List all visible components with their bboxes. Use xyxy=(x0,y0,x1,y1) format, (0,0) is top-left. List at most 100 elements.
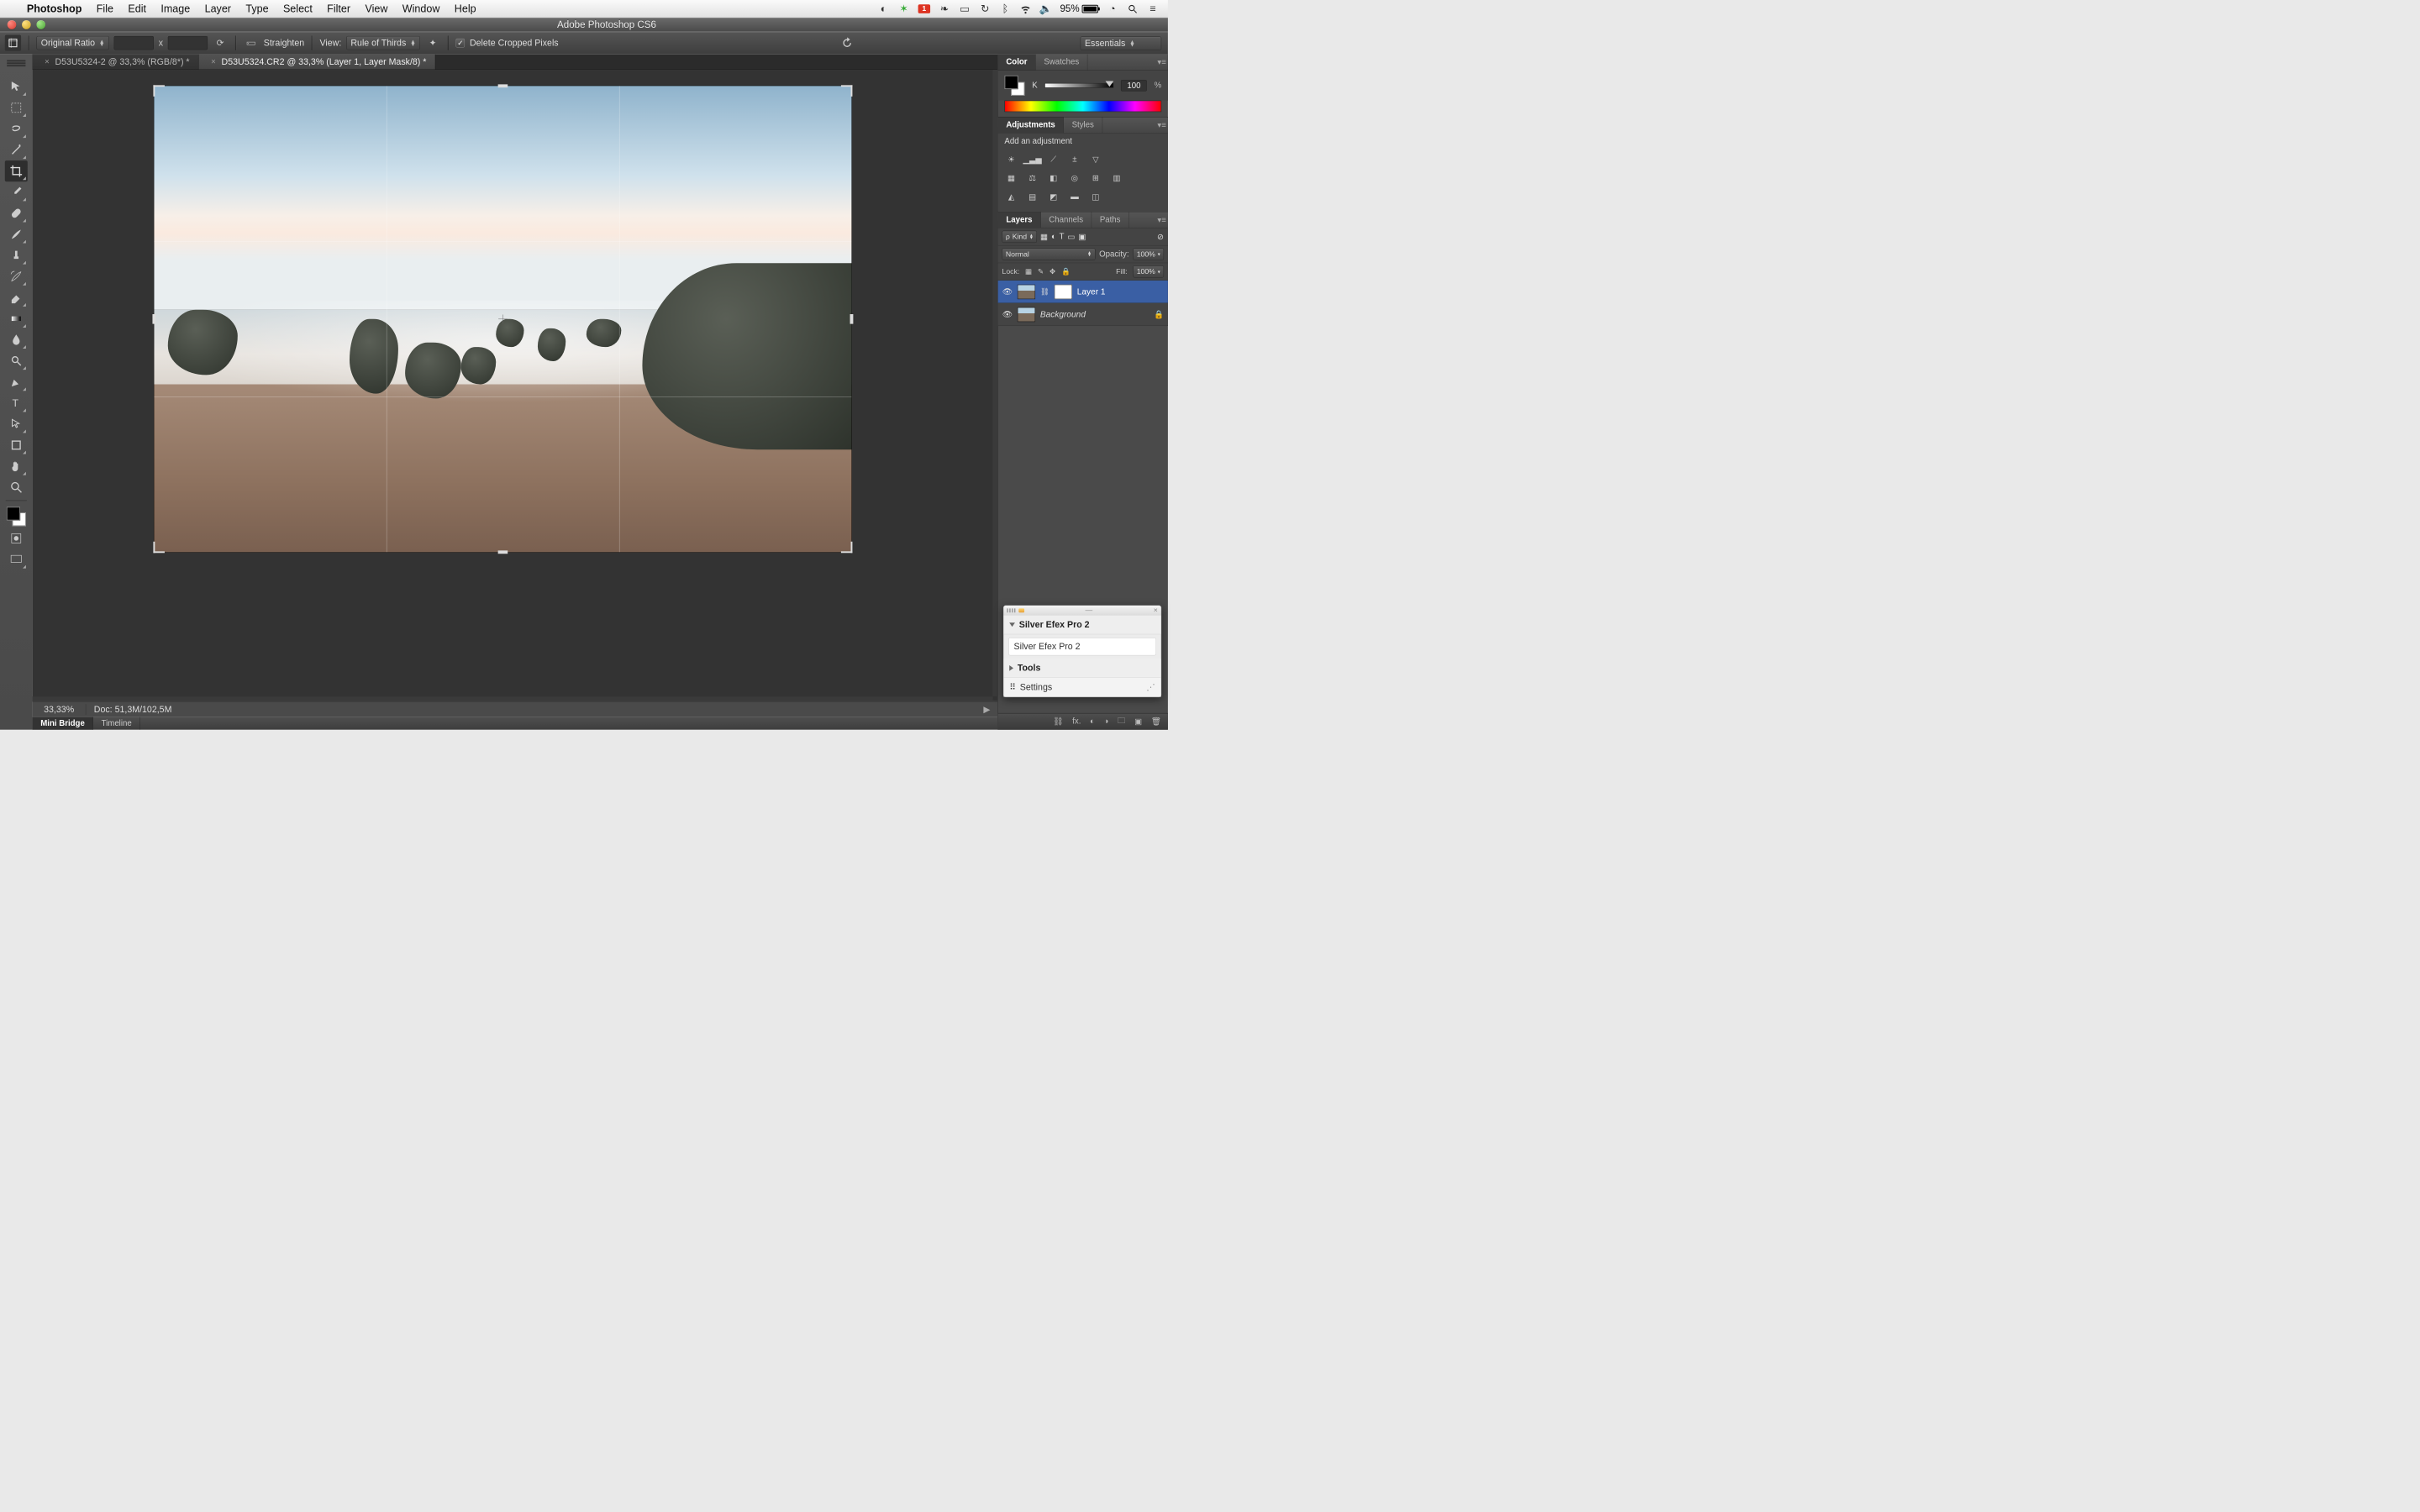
crop-ratio-dropdown[interactable]: Original Ratio ▲▼ xyxy=(36,36,108,50)
layer-fx-icon[interactable]: fx. xyxy=(1072,717,1081,726)
disclosure-icon[interactable] xyxy=(1009,665,1013,671)
clock-icon[interactable]: ◔ xyxy=(1107,3,1118,14)
adj-selective-icon[interactable]: ◫ xyxy=(1089,190,1102,203)
crop-width-input[interactable] xyxy=(114,36,154,50)
zoom-tool[interactable] xyxy=(5,477,28,498)
close-window-button[interactable] xyxy=(8,20,17,29)
battery-status[interactable]: 95% xyxy=(1060,3,1097,15)
fill-input[interactable]: 100%▾ xyxy=(1133,265,1164,277)
lock-paint-icon[interactable]: ✎ xyxy=(1038,267,1044,276)
adj-map-icon[interactable]: ▬ xyxy=(1068,190,1081,203)
evernote-icon[interactable]: ❧ xyxy=(939,3,950,14)
document-tab[interactable]: × D53U5324-2 @ 33,3% (RGB/8*) * xyxy=(33,55,199,70)
bluetooth-icon[interactable]: ᛒ xyxy=(999,3,1011,14)
marquee-tool[interactable] xyxy=(5,97,28,118)
workspace-dropdown[interactable]: Essentials ▲▼ xyxy=(1081,36,1162,50)
filter-adjust-icon[interactable]: ◐ xyxy=(1051,232,1056,241)
zoom-readout[interactable]: 33,33% xyxy=(33,704,86,715)
color-spectrum[interactable] xyxy=(1004,101,1161,113)
filter-toggle-icon[interactable]: ⊘ xyxy=(1157,232,1164,242)
gradient-tool[interactable] xyxy=(5,308,28,329)
dodge-tool[interactable] xyxy=(5,350,28,371)
panel-menu-icon[interactable]: ▾≡ xyxy=(1155,117,1167,133)
menu-type[interactable]: Type xyxy=(239,3,276,15)
tab-styles[interactable]: Styles xyxy=(1064,117,1102,133)
adj-threshold-icon[interactable]: ◩ xyxy=(1047,190,1060,203)
eyedropper-tool[interactable] xyxy=(5,181,28,202)
opacity-input[interactable]: 100%▾ xyxy=(1133,248,1164,260)
timemachine-icon[interactable]: ↻ xyxy=(979,3,991,14)
lock-all-icon[interactable]: 🔒 xyxy=(1061,267,1071,276)
filter-type-icon[interactable]: T xyxy=(1060,232,1065,241)
screenmode-toggle[interactable] xyxy=(5,549,28,570)
volume-icon[interactable]: 🔈 xyxy=(1039,3,1051,14)
app-menu[interactable]: Photoshop xyxy=(19,3,89,15)
canvas-area[interactable] xyxy=(33,70,998,701)
add-mask-icon[interactable]: ◐ xyxy=(1090,717,1095,726)
history-brush-tool[interactable] xyxy=(5,266,28,287)
brush-tool[interactable] xyxy=(5,223,28,244)
layer-item[interactable]: 👁 Background 🔒 xyxy=(998,303,1168,326)
float-section-header[interactable]: Silver Efex Pro 2 xyxy=(1003,616,1160,635)
heal-tool[interactable] xyxy=(5,202,28,223)
evernote-helper-icon[interactable]: ✶ xyxy=(897,3,909,14)
menu-image[interactable]: Image xyxy=(154,3,197,15)
shape-tool[interactable] xyxy=(5,434,28,455)
menu-file[interactable]: File xyxy=(89,3,121,15)
tab-layers[interactable]: Layers xyxy=(998,212,1041,228)
1password-icon[interactable]: 1 xyxy=(918,4,930,13)
eraser-tool[interactable] xyxy=(5,287,28,308)
mac-menubar[interactable]: Photoshop File Edit Image Layer Type Sel… xyxy=(0,0,1168,18)
close-tab-icon[interactable]: × xyxy=(211,57,216,66)
panel-menu-icon[interactable]: ▾≡ xyxy=(1155,212,1167,228)
k-slider[interactable] xyxy=(1044,83,1113,88)
new-group-icon[interactable]: 🗀 xyxy=(1118,715,1126,728)
disclosure-icon[interactable] xyxy=(1009,622,1015,627)
fg-bg-color-swatch[interactable] xyxy=(5,505,28,528)
move-tool[interactable] xyxy=(5,76,28,97)
straighten-label[interactable]: Straighten xyxy=(264,38,304,49)
rotate-crop-icon[interactable]: ⟳ xyxy=(213,35,228,50)
airplay-icon[interactable]: ▭ xyxy=(959,3,971,14)
menu-filter[interactable]: Filter xyxy=(319,3,357,15)
adj-invert-icon[interactable]: ◭ xyxy=(1004,190,1018,203)
adj-exposure-icon[interactable]: ± xyxy=(1068,152,1081,165)
tab-mini-bridge[interactable]: Mini Bridge xyxy=(33,717,93,730)
float-panel-titlebar[interactable]: — × xyxy=(1003,606,1160,616)
straighten-icon[interactable] xyxy=(244,35,259,50)
document-tab[interactable]: × D53U5324.CR2 @ 33,3% (Layer 1, Layer M… xyxy=(199,55,436,70)
adj-hue-icon[interactable]: ▦ xyxy=(1004,171,1018,185)
settings-resize-icon[interactable]: ⋰ xyxy=(1146,682,1155,693)
k-value-input[interactable]: 100 xyxy=(1121,80,1147,92)
link-layers-icon[interactable]: ⛓ xyxy=(1053,717,1063,727)
minimize-window-button[interactable] xyxy=(22,20,31,29)
palette-grip[interactable] xyxy=(0,58,32,70)
adj-balance-icon[interactable]: ⚖ xyxy=(1025,171,1039,185)
path-select-tool[interactable] xyxy=(5,413,28,434)
menu-window[interactable]: Window xyxy=(395,3,447,15)
tab-timeline[interactable]: Timeline xyxy=(93,717,140,730)
current-tool-icon[interactable] xyxy=(5,35,21,51)
stamp-tool[interactable] xyxy=(5,244,28,265)
lasso-tool[interactable] xyxy=(5,118,28,139)
sync-icon[interactable]: ◐ xyxy=(877,3,889,14)
delete-layer-icon[interactable]: 🗑 xyxy=(1151,717,1161,727)
filter-shape-icon[interactable]: ▭ xyxy=(1067,232,1075,242)
float-close-icon[interactable]: × xyxy=(1154,606,1158,614)
crop-options-gear-icon[interactable]: ✦ xyxy=(425,35,440,50)
delete-cropped-checkbox[interactable]: ✓ xyxy=(456,39,466,48)
blend-mode-dropdown[interactable]: Normal▲▼ xyxy=(1002,248,1096,260)
menu-help[interactable]: Help xyxy=(447,3,483,15)
mask-link-icon[interactable]: ⛓ xyxy=(1040,287,1050,296)
adj-photo-filter-icon[interactable]: ◎ xyxy=(1068,171,1081,185)
panel-menu-icon[interactable]: ▾≡ xyxy=(1155,55,1167,71)
menu-edit[interactable]: Edit xyxy=(121,3,154,15)
quickmask-toggle[interactable] xyxy=(5,528,28,549)
wifi-icon[interactable] xyxy=(1019,3,1031,14)
float-minimize-icon[interactable]: — xyxy=(1086,606,1093,614)
layer-name[interactable]: Layer 1 xyxy=(1077,286,1164,297)
tab-color[interactable]: Color xyxy=(998,55,1036,71)
layer-name[interactable]: Background xyxy=(1040,309,1149,319)
spotlight-icon[interactable] xyxy=(1127,3,1139,14)
new-layer-icon[interactable]: ▣ xyxy=(1134,717,1142,727)
